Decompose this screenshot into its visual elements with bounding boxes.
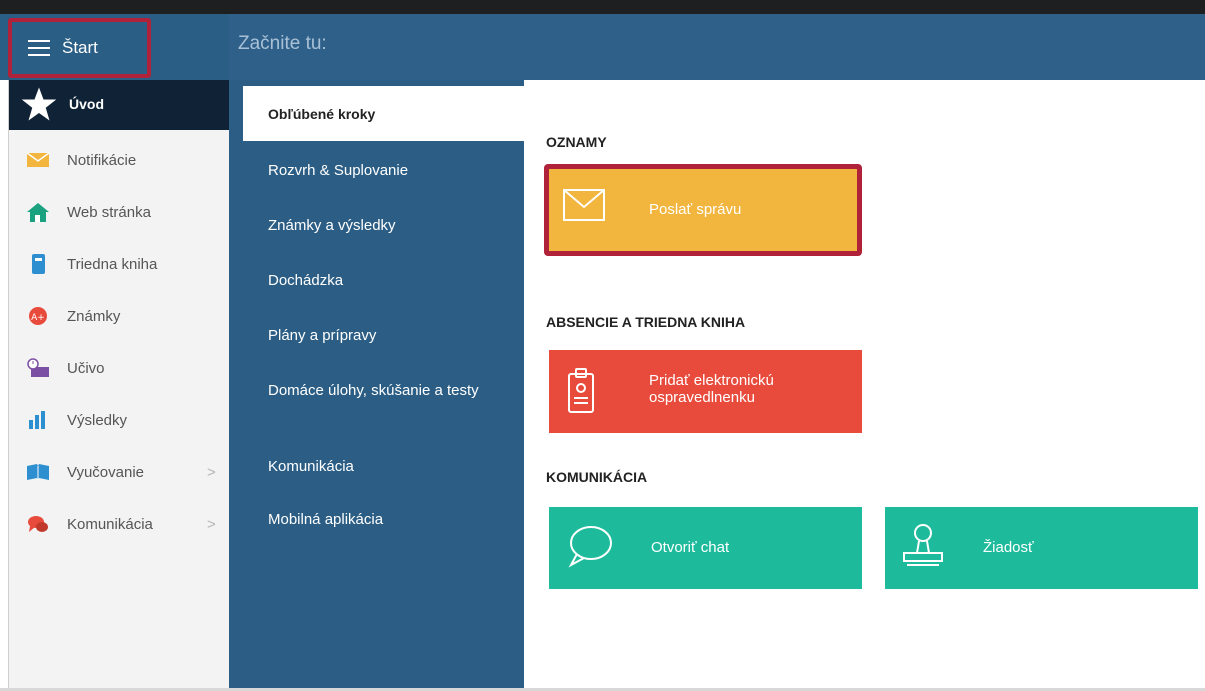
open-book-icon [27, 464, 49, 480]
midnav-item-domace-ulohy[interactable]: Domáce úlohy, skúšanie a testy [268, 382, 498, 399]
sidebar-item-label: Známky [67, 308, 121, 325]
stamp-icon [903, 524, 943, 566]
tile-label: Otvoriť chat [651, 539, 730, 556]
star-icon [21, 87, 57, 121]
content-area: OZNAMY Poslať správu ABSENCIE A TRIEDNA … [524, 80, 1205, 691]
window-top-edge [0, 0, 1205, 14]
sidebar-item-notifikacie[interactable]: Notifikácie [9, 140, 230, 184]
tile-label: Poslať správu [649, 201, 742, 218]
section-title-absencie: ABSENCIE A TRIEDNA KNIHA [546, 314, 746, 330]
svg-text:A+: A+ [31, 313, 45, 323]
sidebar-item-komunikacia[interactable]: Komunikácia > [9, 504, 230, 548]
clock-desk-icon [27, 358, 49, 377]
midnav-item-dochadzka[interactable]: Dochádzka [268, 272, 498, 289]
chat-bubbles-icon [28, 516, 48, 532]
sidebar-item-label: Web stránka [67, 204, 151, 221]
chevron-right-icon: > [207, 464, 216, 481]
open-chat-button[interactable]: Otvoriť chat [549, 507, 862, 589]
bar-chart-icon [29, 411, 45, 429]
start-menu-button[interactable]: Štart [8, 18, 151, 78]
sidebar-item-label: Výsledky [67, 412, 128, 429]
envelope-icon [563, 189, 605, 221]
sidebar-item-ucivo[interactable]: Učivo [9, 348, 230, 392]
request-button[interactable]: Žiadosť [885, 507, 1198, 589]
section-title-oznamy: OZNAMY [546, 134, 607, 150]
sidebar: Úvod Notifikácie Web stránka Triedna kni… [8, 80, 230, 688]
sidebar-item-label: Notifikácie [67, 152, 137, 169]
send-message-button[interactable]: Poslať správu [544, 164, 862, 256]
envelope-icon [27, 152, 49, 167]
sidebar-item-label: Úvod [69, 96, 104, 112]
midnav-item-komunikacia[interactable]: Komunikácia [268, 458, 498, 475]
sidebar-item-vyucovanie[interactable]: Vyučovanie > [9, 452, 230, 496]
hamburger-icon [28, 40, 50, 56]
sidebar-item-label: Komunikácia [67, 516, 153, 533]
chat-bubble-icon [568, 526, 612, 568]
midnav-item-oblubene-kroky[interactable]: Obľúbené kroky [243, 86, 524, 141]
book-icon [32, 254, 45, 274]
sidebar-item-web-stranka[interactable]: Web stránka [9, 192, 230, 236]
tile-label: Žiadosť [983, 539, 1034, 556]
app-window: Štart Začnite tu: Úvod Notifikácie Web s… [0, 0, 1205, 691]
sidebar-item-vysledky[interactable]: Výsledky [9, 400, 230, 444]
section-title-komunikacia: KOMUNIKÁCIA [546, 469, 648, 485]
document-icon [568, 368, 594, 413]
add-excuse-button[interactable]: Pridať elektronickú ospravedlnenku [549, 350, 862, 433]
favorite-steps-nav: Obľúbené kroky Rozvrh & Suplovanie Známk… [229, 80, 524, 691]
midnav-item-label: Obľúbené kroky [268, 106, 376, 122]
sidebar-item-label: Učivo [67, 360, 105, 377]
grades-icon: A+ [29, 307, 47, 325]
midnav-item-rozvrh[interactable]: Rozvrh & Suplovanie [268, 162, 498, 179]
home-icon [27, 203, 49, 222]
midnav-item-plany[interactable]: Plány a prípravy [268, 327, 498, 344]
sidebar-item-znamky[interactable]: A+ Známky [9, 296, 230, 340]
page-title: Začnite tu: [238, 33, 327, 54]
chevron-right-icon: > [207, 516, 216, 533]
sidebar-item-uvod[interactable]: Úvod [9, 80, 230, 130]
sidebar-item-label: Vyučovanie [67, 464, 144, 481]
sidebar-item-label: Triedna kniha [67, 256, 158, 273]
start-label: Štart [62, 38, 98, 57]
sidebar-item-triedna-kniha[interactable]: Triedna kniha [9, 244, 230, 288]
header-bar [229, 14, 1205, 80]
tile-label: Pridať elektronickú ospravedlnenku [649, 372, 774, 406]
midnav-item-mobilna-aplikacia[interactable]: Mobilná aplikácia [268, 511, 498, 528]
midnav-item-znamky-vysledky[interactable]: Známky a výsledky [268, 217, 498, 234]
